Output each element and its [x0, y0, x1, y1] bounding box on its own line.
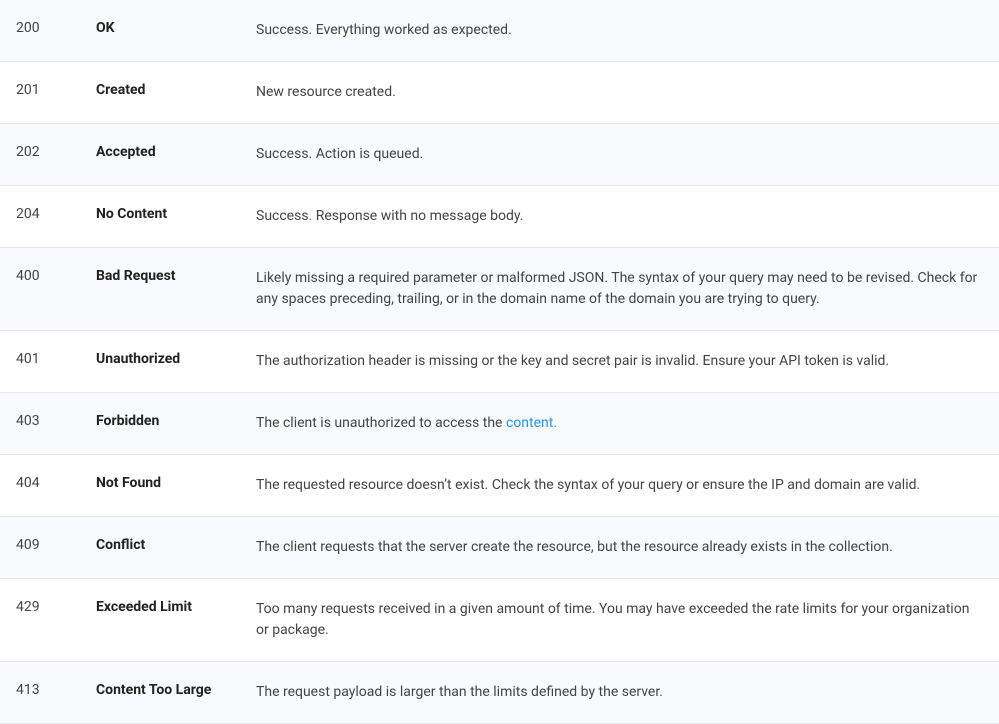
table-row: 200OKSuccess. Everything worked as expec…: [0, 0, 999, 62]
status-table: 200OKSuccess. Everything worked as expec…: [0, 0, 999, 724]
status-name: Created: [80, 62, 240, 124]
table-row: 403ForbiddenThe client is unauthorized t…: [0, 393, 999, 455]
table-row: 400Bad RequestLikely missing a required …: [0, 248, 999, 331]
status-code: 204: [0, 186, 80, 248]
table-row: 429Exceeded LimitToo many requests recei…: [0, 579, 999, 662]
table-row: 202AcceptedSuccess. Action is queued.: [0, 124, 999, 186]
status-code: 403: [0, 393, 80, 455]
status-code: 202: [0, 124, 80, 186]
status-name: Content Too Large: [80, 662, 240, 724]
status-name: Forbidden: [80, 393, 240, 455]
status-name: OK: [80, 0, 240, 62]
status-name: Bad Request: [80, 248, 240, 331]
status-code: 409: [0, 517, 80, 579]
status-code: 200: [0, 0, 80, 62]
status-description: New resource created.: [240, 62, 999, 124]
status-name: No Content: [80, 186, 240, 248]
status-description: Too many requests received in a given am…: [240, 579, 999, 662]
status-name: Accepted: [80, 124, 240, 186]
table-row: 409ConflictThe client requests that the …: [0, 517, 999, 579]
status-code: 429: [0, 579, 80, 662]
status-code: 201: [0, 62, 80, 124]
status-code: 400: [0, 248, 80, 331]
status-name: Not Found: [80, 455, 240, 517]
status-code: 401: [0, 331, 80, 393]
status-description: Success. Everything worked as expected.: [240, 0, 999, 62]
status-code: 413: [0, 662, 80, 724]
table-row: 404Not FoundThe requested resource doesn…: [0, 455, 999, 517]
table-row: 204No ContentSuccess. Response with no m…: [0, 186, 999, 248]
status-description: The request payload is larger than the l…: [240, 662, 999, 724]
status-name: Unauthorized: [80, 331, 240, 393]
table-row: 401UnauthorizedThe authorization header …: [0, 331, 999, 393]
status-description: Success. Response with no message body.: [240, 186, 999, 248]
status-description: Likely missing a required parameter or m…: [240, 248, 999, 331]
status-name: Conflict: [80, 517, 240, 579]
status-description: The authorization header is missing or t…: [240, 331, 999, 393]
status-description: The client requests that the server crea…: [240, 517, 999, 579]
status-description: Success. Action is queued.: [240, 124, 999, 186]
status-name: Exceeded Limit: [80, 579, 240, 662]
status-description: The requested resource doesn’t exist. Ch…: [240, 455, 999, 517]
table-row: 413Content Too LargeThe request payload …: [0, 662, 999, 724]
table-row: 201CreatedNew resource created.: [0, 62, 999, 124]
content-link[interactable]: content.: [506, 415, 557, 431]
status-description: The client is unauthorized to access the…: [240, 393, 999, 455]
status-code: 404: [0, 455, 80, 517]
status-codes-container: 200OKSuccess. Everything worked as expec…: [0, 0, 999, 724]
